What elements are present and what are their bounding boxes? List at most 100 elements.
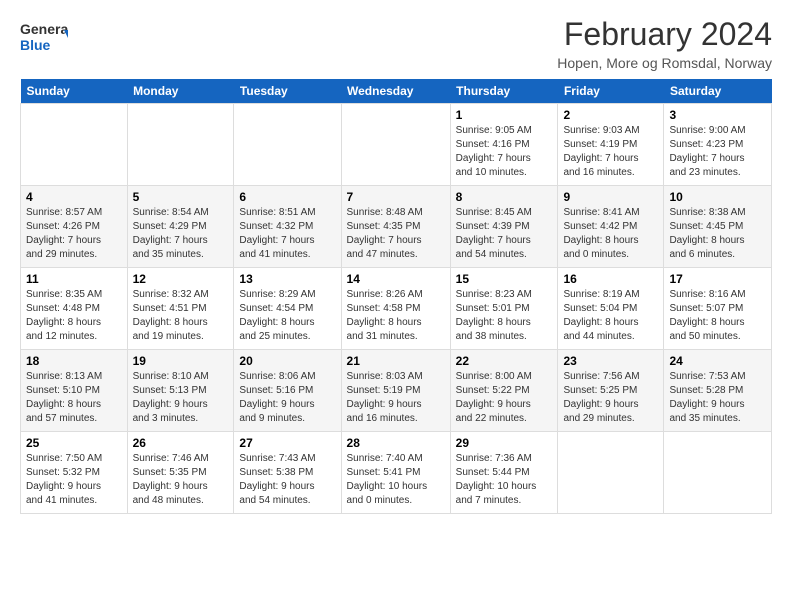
calendar-cell: 26 Sunrise: 7:46 AM Sunset: 5:35 PM Dayli… [127, 432, 234, 514]
day-info: Sunrise: 8:45 AM Sunset: 4:39 PM Dayligh… [456, 206, 553, 262]
day-number: 20 [239, 354, 335, 368]
day-number: 8 [456, 190, 553, 204]
day-info: Sunrise: 8:54 AM Sunset: 4:29 PM Dayligh… [133, 206, 229, 262]
day-number: 23 [563, 354, 658, 368]
day-info: Sunrise: 8:35 AM Sunset: 4:48 PM Dayligh… [26, 288, 122, 344]
day-number: 6 [239, 190, 335, 204]
day-info: Sunrise: 9:03 AM Sunset: 4:19 PM Dayligh… [563, 124, 658, 180]
calendar-cell: 23 Sunrise: 7:56 AM Sunset: 5:25 PM Dayli… [558, 350, 664, 432]
col-tuesday: Tuesday [234, 79, 341, 104]
day-info: Sunrise: 7:46 AM Sunset: 5:35 PM Dayligh… [133, 452, 229, 508]
day-number: 5 [133, 190, 229, 204]
calendar-cell [341, 104, 450, 186]
day-number: 18 [26, 354, 122, 368]
day-info: Sunrise: 8:57 AM Sunset: 4:26 PM Dayligh… [26, 206, 122, 262]
calendar-cell: 21 Sunrise: 8:03 AM Sunset: 5:19 PM Dayli… [341, 350, 450, 432]
day-info: Sunrise: 8:38 AM Sunset: 4:45 PM Dayligh… [669, 206, 766, 262]
logo: General Blue [20, 16, 68, 54]
day-number: 7 [347, 190, 445, 204]
day-number: 2 [563, 108, 658, 122]
calendar-cell [664, 432, 772, 514]
col-wednesday: Wednesday [341, 79, 450, 104]
day-info: Sunrise: 7:56 AM Sunset: 5:25 PM Dayligh… [563, 370, 658, 426]
day-number: 21 [347, 354, 445, 368]
col-friday: Friday [558, 79, 664, 104]
calendar-cell: 24Sunrise: 7:53 AM Sunset: 5:28 PM Dayli… [664, 350, 772, 432]
day-number: 12 [133, 272, 229, 286]
day-number: 19 [133, 354, 229, 368]
day-number: 13 [239, 272, 335, 286]
calendar-cell: 9Sunrise: 8:41 AM Sunset: 4:42 PM Daylig… [558, 186, 664, 268]
day-info: Sunrise: 8:51 AM Sunset: 4:32 PM Dayligh… [239, 206, 335, 262]
day-info: Sunrise: 8:06 AM Sunset: 5:16 PM Dayligh… [239, 370, 335, 426]
day-number: 28 [347, 436, 445, 450]
calendar-cell [558, 432, 664, 514]
day-number: 15 [456, 272, 553, 286]
calendar-week-3: 11 Sunrise: 8:35 AM Sunset: 4:48 PM Dayli… [21, 268, 772, 350]
day-number: 10 [669, 190, 766, 204]
calendar-cell: 2 Sunrise: 9:03 AM Sunset: 4:19 PM Daylig… [558, 104, 664, 186]
header: General Blue February 2024 Hopen, More o… [20, 16, 772, 71]
calendar-cell: 8 Sunrise: 8:45 AM Sunset: 4:39 PM Daylig… [450, 186, 558, 268]
calendar-cell: 4 Sunrise: 8:57 AM Sunset: 4:26 PM Daylig… [21, 186, 128, 268]
day-info: Sunrise: 7:36 AM Sunset: 5:44 PM Dayligh… [456, 452, 553, 508]
calendar-table: Sunday Monday Tuesday Wednesday Thursday… [20, 79, 772, 514]
calendar-cell: 6 Sunrise: 8:51 AM Sunset: 4:32 PM Daylig… [234, 186, 341, 268]
day-info: Sunrise: 7:43 AM Sunset: 5:38 PM Dayligh… [239, 452, 335, 508]
calendar-week-1: 1 Sunrise: 9:05 AM Sunset: 4:16 PM Daylig… [21, 104, 772, 186]
calendar-cell: 18 Sunrise: 8:13 AM Sunset: 5:10 PM Dayli… [21, 350, 128, 432]
day-info: Sunrise: 8:19 AM Sunset: 5:04 PM Dayligh… [563, 288, 658, 344]
day-number: 14 [347, 272, 445, 286]
day-number: 25 [26, 436, 122, 450]
day-info: Sunrise: 8:13 AM Sunset: 5:10 PM Dayligh… [26, 370, 122, 426]
day-number: 16 [563, 272, 658, 286]
day-info: Sunrise: 8:23 AM Sunset: 5:01 PM Dayligh… [456, 288, 553, 344]
day-number: 1 [456, 108, 553, 122]
day-number: 26 [133, 436, 229, 450]
day-number: 11 [26, 272, 122, 286]
day-info: Sunrise: 8:26 AM Sunset: 4:58 PM Dayligh… [347, 288, 445, 344]
calendar-cell: 3Sunrise: 9:00 AM Sunset: 4:23 PM Daylig… [664, 104, 772, 186]
page: General Blue February 2024 Hopen, More o… [0, 0, 792, 612]
day-info: Sunrise: 9:00 AM Sunset: 4:23 PM Dayligh… [669, 124, 766, 180]
day-info: Sunrise: 8:16 AM Sunset: 5:07 PM Dayligh… [669, 288, 766, 344]
calendar-cell: 1 Sunrise: 9:05 AM Sunset: 4:16 PM Daylig… [450, 104, 558, 186]
day-number: 29 [456, 436, 553, 450]
day-number: 27 [239, 436, 335, 450]
calendar-cell: 14 Sunrise: 8:26 AM Sunset: 4:58 PM Dayli… [341, 268, 450, 350]
title-block: February 2024 Hopen, More og Romsdal, No… [557, 16, 772, 71]
header-row: Sunday Monday Tuesday Wednesday Thursday… [21, 79, 772, 104]
calendar-cell: 12 Sunrise: 8:32 AM Sunset: 4:51 PM Dayli… [127, 268, 234, 350]
day-info: Sunrise: 7:50 AM Sunset: 5:32 PM Dayligh… [26, 452, 122, 508]
day-number: 4 [26, 190, 122, 204]
calendar-cell [234, 104, 341, 186]
day-info: Sunrise: 8:32 AM Sunset: 4:51 PM Dayligh… [133, 288, 229, 344]
calendar-cell: 17 Sunrise: 8:16 AM Sunset: 5:07 PM Dayli… [664, 268, 772, 350]
calendar-cell: 29 Sunrise: 7:36 AM Sunset: 5:44 PM Dayli… [450, 432, 558, 514]
calendar-cell: 5 Sunrise: 8:54 AM Sunset: 4:29 PM Daylig… [127, 186, 234, 268]
logo-svg: General Blue [20, 16, 68, 54]
calendar-cell: 16 Sunrise: 8:19 AM Sunset: 5:04 PM Dayli… [558, 268, 664, 350]
svg-text:Blue: Blue [20, 37, 51, 53]
calendar-cell: 10 Sunrise: 8:38 AM Sunset: 4:45 PM Dayli… [664, 186, 772, 268]
calendar-cell: 19Sunrise: 8:10 AM Sunset: 5:13 PM Dayli… [127, 350, 234, 432]
day-info: Sunrise: 8:48 AM Sunset: 4:35 PM Dayligh… [347, 206, 445, 262]
calendar-cell: 25 Sunrise: 7:50 AM Sunset: 5:32 PM Dayli… [21, 432, 128, 514]
day-number: 22 [456, 354, 553, 368]
svg-text:General: General [20, 21, 68, 37]
day-info: Sunrise: 7:40 AM Sunset: 5:41 PM Dayligh… [347, 452, 445, 508]
day-number: 17 [669, 272, 766, 286]
day-info: Sunrise: 8:00 AM Sunset: 5:22 PM Dayligh… [456, 370, 553, 426]
day-info: Sunrise: 8:29 AM Sunset: 4:54 PM Dayligh… [239, 288, 335, 344]
calendar-week-4: 18 Sunrise: 8:13 AM Sunset: 5:10 PM Dayli… [21, 350, 772, 432]
col-thursday: Thursday [450, 79, 558, 104]
col-saturday: Saturday [664, 79, 772, 104]
calendar-cell: 22 Sunrise: 8:00 AM Sunset: 5:22 PM Dayli… [450, 350, 558, 432]
day-info: Sunrise: 7:53 AM Sunset: 5:28 PM Dayligh… [669, 370, 766, 426]
day-info: Sunrise: 9:05 AM Sunset: 4:16 PM Dayligh… [456, 124, 553, 180]
day-info: Sunrise: 8:03 AM Sunset: 5:19 PM Dayligh… [347, 370, 445, 426]
calendar-cell: 28 Sunrise: 7:40 AM Sunset: 5:41 PM Dayli… [341, 432, 450, 514]
calendar-cell: 13 Sunrise: 8:29 AM Sunset: 4:54 PM Dayli… [234, 268, 341, 350]
col-sunday: Sunday [21, 79, 128, 104]
calendar-week-2: 4 Sunrise: 8:57 AM Sunset: 4:26 PM Daylig… [21, 186, 772, 268]
